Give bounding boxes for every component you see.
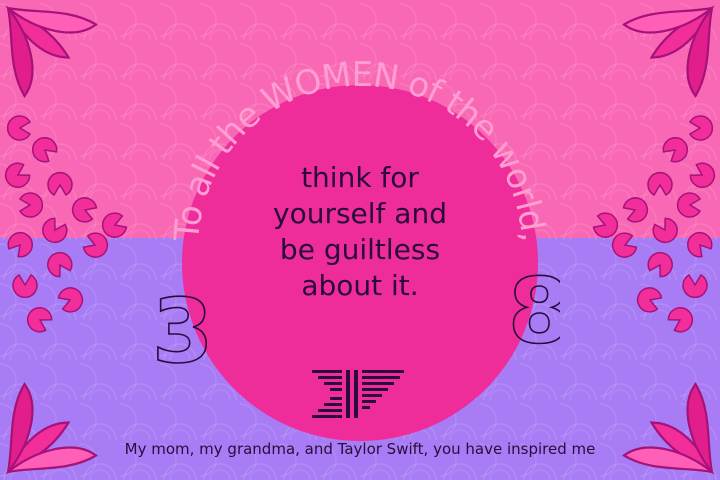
footer-dedication: My mom, my grandma, and Taylor Swift, yo… (124, 440, 596, 458)
quote-line: yourself and (273, 197, 447, 230)
quote-block: think for yourself and be guiltless abou… (220, 160, 500, 304)
greeting-card: To all the WOMEN of the world, think for… (0, 0, 720, 480)
quote-line: think for (301, 161, 419, 194)
quote-line: be guiltless (279, 233, 441, 266)
right-number-text: 8 (508, 262, 560, 348)
right-number-8: 8 (508, 262, 560, 348)
quote-line: about it. (301, 269, 419, 302)
left-number-33: 33 (152, 284, 216, 368)
left-number-text: 33 (152, 284, 216, 368)
monogram-logo (312, 370, 404, 418)
